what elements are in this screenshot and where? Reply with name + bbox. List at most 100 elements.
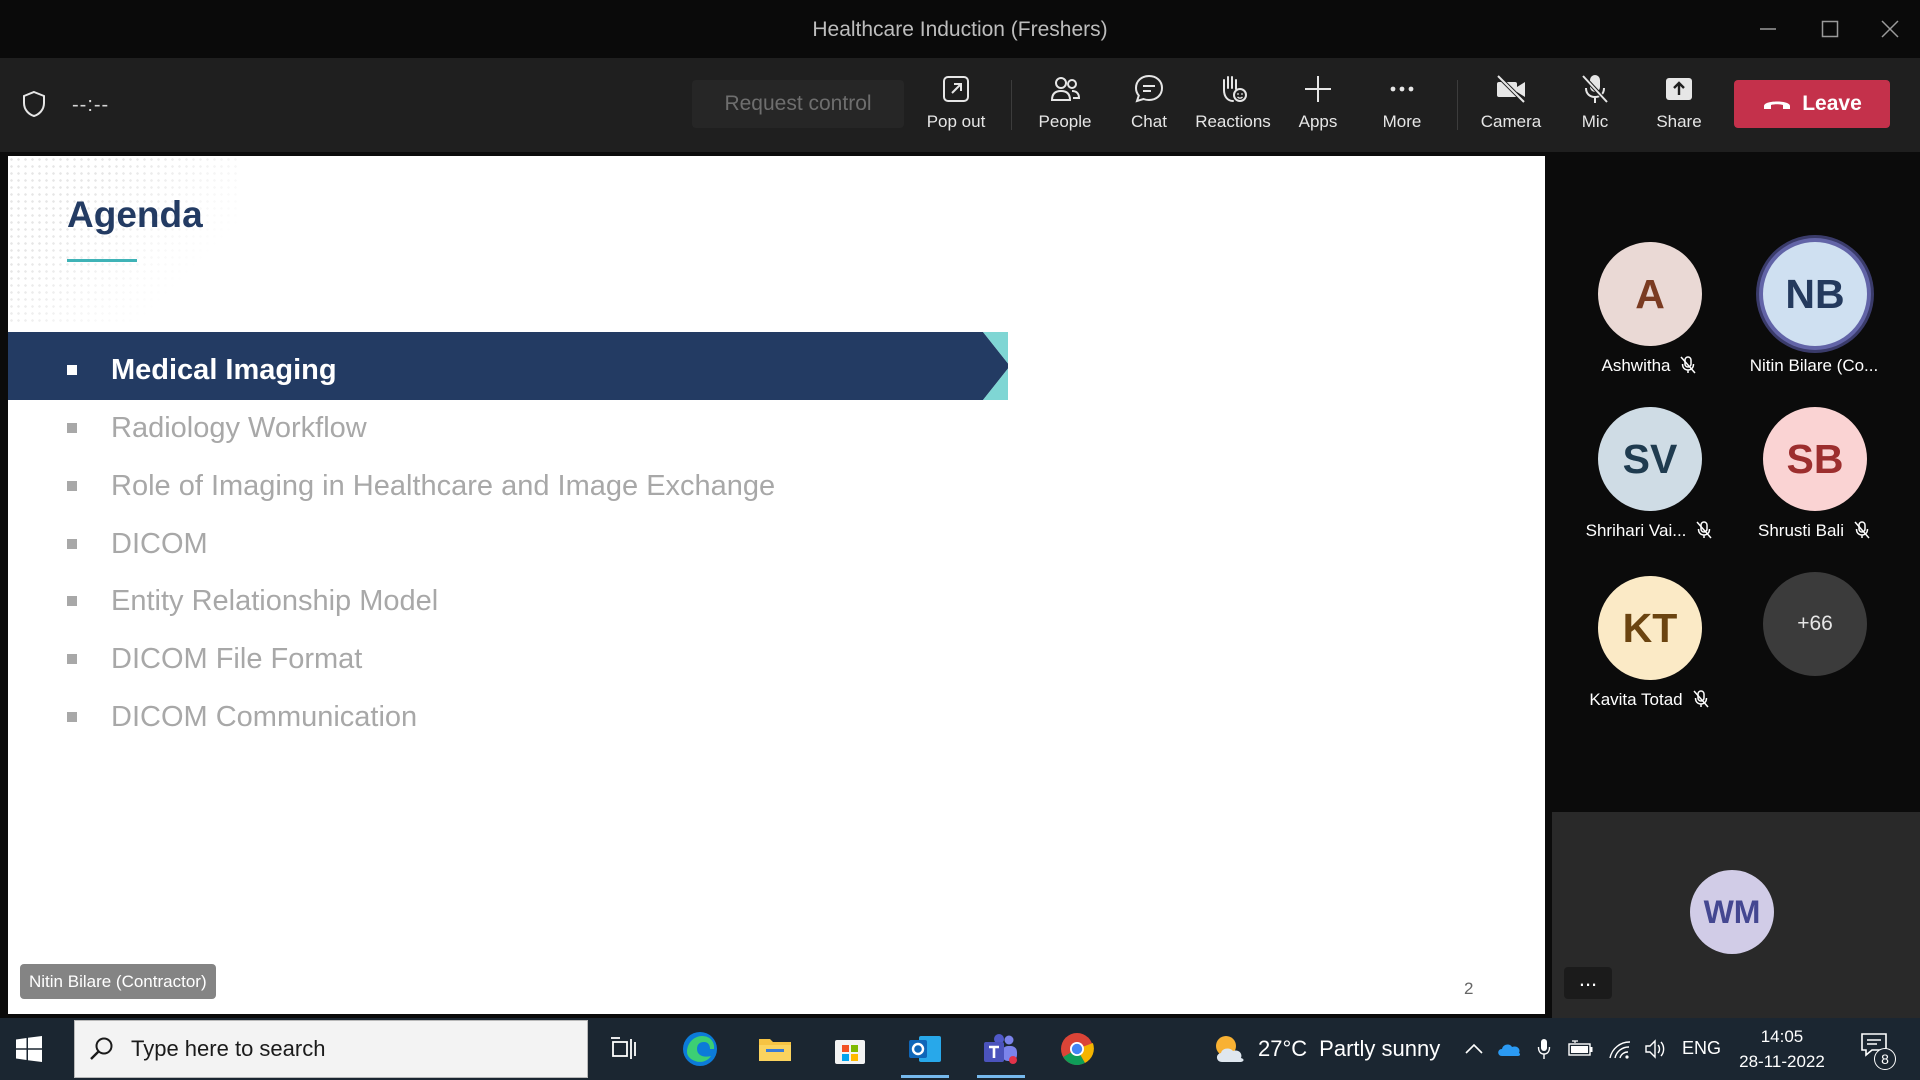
participant-name: Shrihari Vai... [1564, 521, 1734, 541]
phone-hangup-icon [1764, 101, 1791, 109]
leave-button[interactable]: Leave [1734, 80, 1890, 128]
speaker-volume-icon [1645, 1039, 1665, 1059]
weather-condition: Partly sunny [1319, 1036, 1441, 1061]
agenda-item-label: Radiology Workflow [111, 411, 367, 444]
chat-button[interactable]: Chat [1107, 72, 1191, 142]
more-dots-icon [1390, 86, 1414, 92]
taskbar-file-explorer[interactable] [743, 1018, 807, 1080]
minimize-button[interactable] [1748, 14, 1788, 44]
wifi-icon [1609, 1041, 1631, 1059]
self-view-more-button[interactable]: ... [1564, 966, 1612, 999]
battery-tray-button[interactable] [1566, 1018, 1596, 1080]
agenda-item: Radiology Workflow [67, 408, 367, 448]
taskbar-outlook[interactable] [893, 1018, 957, 1080]
participant-tile[interactable]: KT Kavita Totad [1564, 576, 1734, 726]
clock-date: 28-11-2022 [1739, 1052, 1825, 1071]
overflow-participants-tile[interactable]: +66 [1729, 572, 1899, 722]
onedrive-cloud-icon [1498, 1044, 1521, 1056]
weather-temp: 27°C [1258, 1036, 1308, 1061]
window-title: Healthcare Induction (Freshers) [812, 18, 1108, 41]
bullet-icon [67, 712, 77, 722]
request-control-button[interactable]: Request control [692, 80, 904, 128]
input-language-indicator[interactable]: ENG [1682, 1038, 1721, 1059]
share-button[interactable]: Share [1637, 72, 1721, 142]
presenter-name-tag: Nitin Bilare (Contractor) [20, 964, 216, 999]
participant-tile[interactable]: SV Shrihari Vai... [1564, 407, 1734, 557]
mic-button[interactable]: Mic [1553, 72, 1637, 142]
mic-off-icon [1854, 521, 1870, 539]
chat-icon [1134, 74, 1164, 103]
taskbar-chrome[interactable] [1045, 1018, 1109, 1080]
leave-label: Leave [1802, 92, 1862, 115]
participant-tile[interactable]: A Ashwitha [1564, 242, 1734, 392]
network-tray-button[interactable] [1605, 1018, 1635, 1080]
notification-center-button[interactable]: 8 [1860, 1032, 1896, 1070]
taskbar-edge-app[interactable] [668, 1018, 732, 1080]
agenda-item: Role of Imaging in Healthcare and Image … [67, 466, 775, 506]
people-button[interactable]: People [1023, 72, 1107, 142]
raise-hand-icon [1223, 76, 1247, 102]
windows-taskbar: Type here to search 27°C Partly sunny EN… [0, 1018, 1920, 1080]
show-hidden-icons-button[interactable] [1462, 1018, 1486, 1080]
maximize-button[interactable] [1810, 14, 1850, 44]
taskbar-microsoft-store[interactable] [818, 1018, 882, 1080]
participant-name: Kavita Totad [1564, 690, 1734, 710]
toolbar-divider [1457, 80, 1458, 130]
avatar: WM [1690, 870, 1774, 954]
maximize-icon [1821, 20, 1839, 38]
bullet-icon [67, 654, 77, 664]
start-button[interactable] [16, 1036, 42, 1067]
task-view-button[interactable] [592, 1018, 656, 1080]
taskbar-teams[interactable] [969, 1018, 1033, 1080]
windows-logo-icon [16, 1036, 42, 1062]
weather-widget[interactable]: 27°C Partly sunny [1210, 1032, 1440, 1066]
taskbar-search-box[interactable]: Type here to search [74, 1020, 588, 1078]
chrome-icon [1061, 1033, 1094, 1066]
agenda-item-label: DICOM File Format [111, 642, 363, 675]
mic-off-icon [1581, 74, 1609, 104]
bullet-icon [67, 481, 77, 491]
agenda-item: DICOM [67, 524, 208, 564]
partly-sunny-icon [1216, 1036, 1244, 1062]
taskbar-clock[interactable]: 14:05 28-11-2022 [1732, 1024, 1832, 1074]
people-icon [1050, 77, 1081, 101]
avatar: A [1598, 242, 1702, 346]
outlook-icon [909, 1036, 941, 1062]
window-title-bar: Healthcare Induction (Freshers) [0, 0, 1920, 58]
agenda-item: Entity Relationship Model [67, 581, 438, 621]
battery-charging-icon [1568, 1040, 1593, 1056]
pop-out-button[interactable]: Pop out [914, 72, 998, 142]
slide-page-number: 2 [1464, 979, 1474, 998]
agenda-item: DICOM File Format [67, 639, 362, 679]
camera-button[interactable]: Camera [1469, 72, 1553, 142]
search-icon [90, 1037, 113, 1060]
close-icon [1881, 20, 1899, 38]
more-button[interactable]: More [1360, 72, 1444, 142]
meeting-toolbar: --:-- Request control Pop out People Cha… [0, 58, 1920, 152]
participant-tile[interactable]: NB Nitin Bilare (Co... [1729, 242, 1899, 392]
meeting-timer: --:-- [72, 94, 110, 116]
apps-button[interactable]: Apps [1276, 72, 1360, 142]
close-button[interactable] [1870, 14, 1910, 44]
microphone-tray-button[interactable] [1532, 1018, 1556, 1080]
reactions-button[interactable]: Reactions [1191, 72, 1275, 142]
participant-tile[interactable]: SB Shrusti Bali [1729, 407, 1899, 557]
bullet-icon [67, 539, 77, 549]
overflow-count: +66 [1763, 572, 1867, 676]
toolbar-divider [1011, 80, 1012, 130]
agenda-item: DICOM Communication [67, 697, 417, 737]
volume-tray-button[interactable] [1641, 1018, 1671, 1080]
plus-icon [1305, 76, 1331, 102]
apps-label: Apps [1298, 112, 1338, 131]
reactions-label: Reactions [1195, 112, 1271, 131]
agenda-item-label: Entity Relationship Model [111, 584, 439, 617]
participant-name: Shrusti Bali [1729, 521, 1899, 541]
mic-off-icon [1680, 356, 1697, 374]
bullet-icon [67, 423, 77, 433]
mic-off-icon [1693, 690, 1709, 708]
onedrive-tray-button[interactable] [1494, 1018, 1524, 1080]
avatar: SB [1763, 407, 1867, 511]
participant-gallery: A Ashwitha NB Nitin Bilare (Co... SV Shr… [1552, 152, 1920, 807]
self-view-tile: WM ... [1552, 812, 1920, 1018]
shared-slide: Agenda Medical Imaging Radiology Workflo… [8, 156, 1545, 1014]
